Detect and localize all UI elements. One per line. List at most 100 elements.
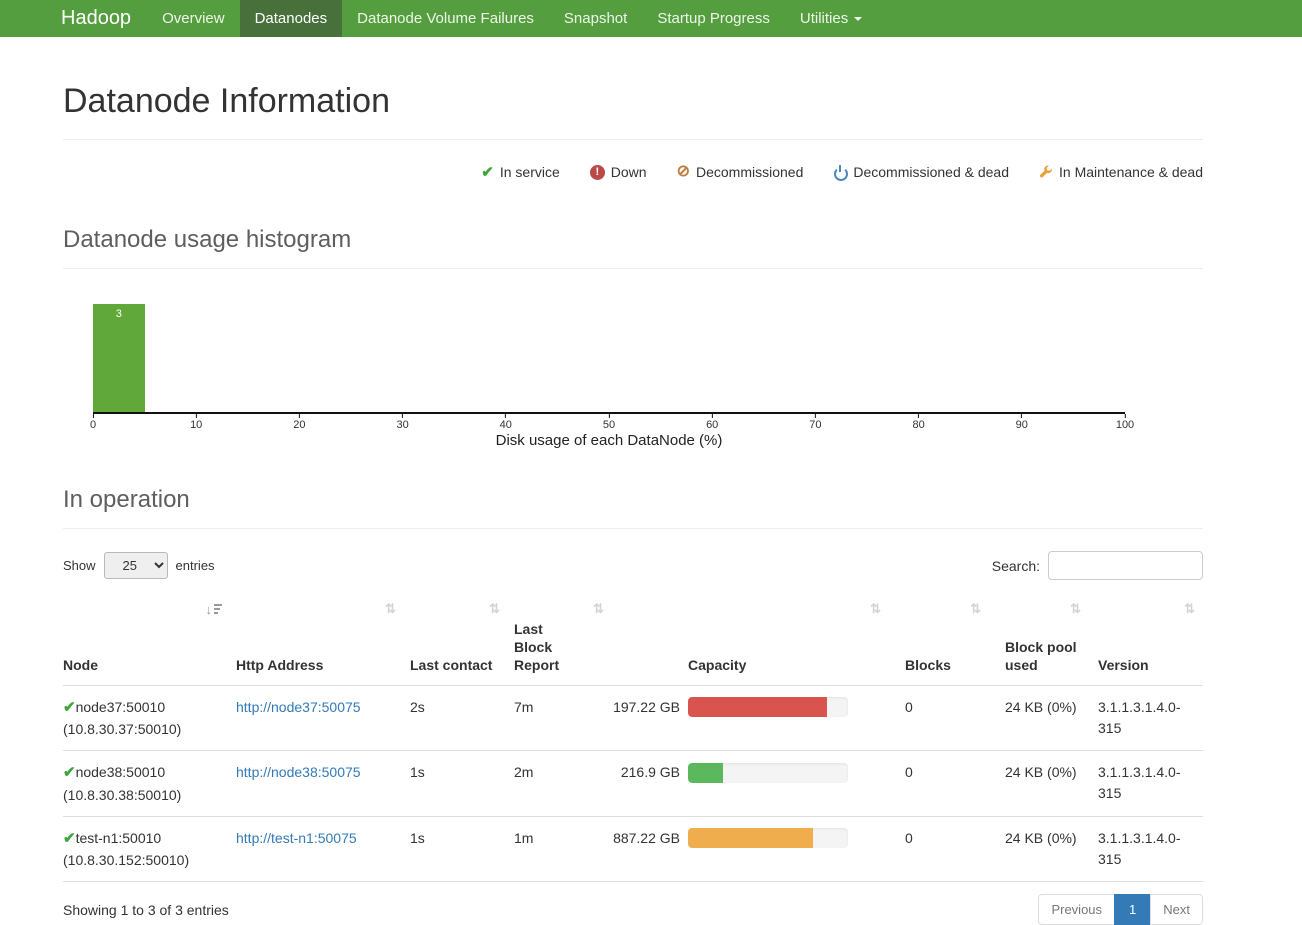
column-header-last-contact[interactable]: Last contact ⇅	[410, 594, 514, 685]
sort-both-icon: ⇅	[1184, 602, 1195, 615]
page-length-select[interactable]: 25	[104, 552, 168, 579]
capacity-cell: 887.22 GB	[598, 816, 895, 882]
http-address-cell: http://test-n1:50075	[236, 816, 410, 882]
legend-label: Decommissioned & dead	[853, 164, 1009, 180]
legend-label: In Maintenance & dead	[1059, 164, 1203, 180]
last-block-report-cell: 2m	[514, 751, 598, 817]
http-address-link[interactable]: http://test-n1:50075	[236, 830, 357, 846]
x-axis-tick: 80	[912, 414, 924, 431]
x-axis-tick: 50	[603, 414, 615, 431]
capacity-progressbar	[688, 763, 848, 783]
in-operation-section-title: In operation	[63, 486, 1203, 514]
legend-in-service: ✔ In service	[481, 163, 560, 181]
x-axis-tick: 0	[90, 414, 96, 431]
column-header-node[interactable]: Node ↓	[63, 594, 236, 685]
node-cell: ✔node37:50010 (10.8.30.37:50010)	[63, 685, 236, 751]
capacity-value: 197.22 GB	[598, 697, 680, 718]
node-name: node38:50010	[76, 764, 166, 780]
datanodes-table: Node ↓ Http Address ⇅ Last contact ⇅ Las…	[63, 594, 1203, 882]
search-input[interactable]	[1048, 551, 1203, 580]
page-1-button[interactable]: 1	[1114, 894, 1151, 925]
table-controls: Show 25 entries Search:	[63, 551, 1203, 580]
check-icon: ✔	[63, 699, 76, 716]
column-header-block-pool-used[interactable]: Block pool used ⇅	[995, 594, 1095, 685]
column-label: Blocks	[905, 657, 951, 673]
node-ip: (10.8.30.152:50010)	[63, 850, 236, 871]
column-header-last-block-report[interactable]: Last Block Report ⇅	[514, 594, 598, 685]
column-header-blocks[interactable]: Blocks ⇅	[895, 594, 995, 685]
status-legend: ✔ In service Down ⊘ Decommissioned Decom…	[63, 140, 1203, 189]
column-header-version[interactable]: Version ⇅	[1095, 594, 1203, 685]
top-navbar: Hadoop Overview Datanodes Datanode Volum…	[0, 0, 1302, 37]
x-axis-tick: 20	[293, 414, 305, 431]
power-off-icon	[833, 165, 847, 179]
sort-asc-icon: ↓	[206, 602, 223, 619]
column-label: Version	[1098, 657, 1149, 673]
column-header-http-address[interactable]: Http Address ⇅	[236, 594, 410, 685]
nav-item-datanode-volume-failures[interactable]: Datanode Volume Failures	[342, 0, 549, 37]
legend-decommissioned: ⊘ Decommissioned	[677, 164, 804, 180]
sort-both-icon: ⇅	[970, 602, 981, 615]
nav-item-startup-progress[interactable]: Startup Progress	[642, 0, 785, 37]
column-label: Capacity	[688, 657, 746, 673]
column-label: Node	[63, 657, 98, 673]
table-footer: Showing 1 to 3 of 3 entries Previous 1 N…	[63, 894, 1203, 925]
nav-item-datanodes[interactable]: Datanodes	[240, 0, 343, 37]
version-cell: 3.1.1.3.1.4.0-315	[1095, 685, 1203, 751]
last-contact-cell: 1s	[410, 816, 514, 882]
capacity-value: 216.9 GB	[598, 762, 680, 783]
entries-label: entries	[176, 558, 215, 573]
check-icon: ✔	[481, 163, 494, 181]
blocks-cell: 0	[895, 751, 995, 817]
sort-both-icon: ⇅	[385, 602, 396, 615]
capacity-progressbar-fill	[688, 763, 723, 783]
capacity-value: 887.22 GB	[598, 828, 680, 849]
check-icon: ✔	[63, 764, 76, 781]
histogram-bar-count: 3	[93, 304, 145, 320]
block-pool-used-cell: 24 KB (0%)	[995, 685, 1095, 751]
nav-item-utilities[interactable]: Utilities	[785, 0, 877, 37]
x-axis-tick: 40	[500, 414, 512, 431]
histogram-x-axis-label: Disk usage of each DataNode (%)	[93, 432, 1125, 449]
column-label: Block pool used	[1005, 639, 1077, 673]
show-label: Show	[63, 558, 96, 573]
next-page-button[interactable]: Next	[1150, 894, 1203, 925]
sort-both-icon: ⇅	[489, 602, 500, 615]
x-axis-tick: 30	[396, 414, 408, 431]
capacity-progressbar	[688, 697, 848, 717]
legend-down: Down	[590, 164, 647, 180]
histogram-x-axis: 0102030405060708090100	[93, 414, 1125, 432]
column-label: Http Address	[236, 657, 323, 673]
http-address-link[interactable]: http://node38:50075	[236, 764, 361, 780]
check-icon: ✔	[63, 830, 76, 847]
x-axis-tick: 100	[1116, 414, 1134, 431]
table-header-row: Node ↓ Http Address ⇅ Last contact ⇅ Las…	[63, 594, 1203, 685]
sort-both-icon: ⇅	[870, 602, 881, 615]
hadoop-brand[interactable]: Hadoop	[0, 0, 147, 37]
capacity-cell: 197.22 GB	[598, 685, 895, 751]
x-axis-tick: 10	[190, 414, 202, 431]
datanode-usage-histogram: 3 0102030405060708090100 Disk usage of e…	[93, 269, 1125, 449]
chevron-down-icon	[854, 17, 862, 21]
node-cell: ✔test-n1:50010 (10.8.30.152:50010)	[63, 816, 236, 882]
sort-both-icon: ⇅	[1070, 602, 1081, 615]
previous-page-button[interactable]: Previous	[1038, 894, 1115, 925]
block-pool-used-cell: 24 KB (0%)	[995, 816, 1095, 882]
nav-item-snapshot[interactable]: Snapshot	[549, 0, 642, 37]
http-address-link[interactable]: http://node37:50075	[236, 699, 361, 715]
node-ip: (10.8.30.37:50010)	[63, 719, 236, 740]
ban-icon: ⊘	[677, 164, 690, 180]
legend-label: In service	[500, 164, 560, 180]
http-address-cell: http://node37:50075	[236, 685, 410, 751]
legend-label: Down	[611, 164, 647, 180]
table-row: ✔node38:50010 (10.8.30.38:50010) http://…	[63, 751, 1203, 817]
table-row: ✔test-n1:50010 (10.8.30.152:50010) http:…	[63, 816, 1203, 882]
blocks-cell: 0	[895, 685, 995, 751]
column-header-capacity[interactable]: Capacity ⇅	[598, 594, 895, 685]
nav-item-overview[interactable]: Overview	[147, 0, 240, 37]
capacity-progressbar-fill	[688, 697, 827, 717]
search-control: Search:	[992, 551, 1203, 580]
table-row: ✔node37:50010 (10.8.30.37:50010) http://…	[63, 685, 1203, 751]
search-label: Search:	[992, 558, 1040, 574]
block-pool-used-cell: 24 KB (0%)	[995, 751, 1095, 817]
